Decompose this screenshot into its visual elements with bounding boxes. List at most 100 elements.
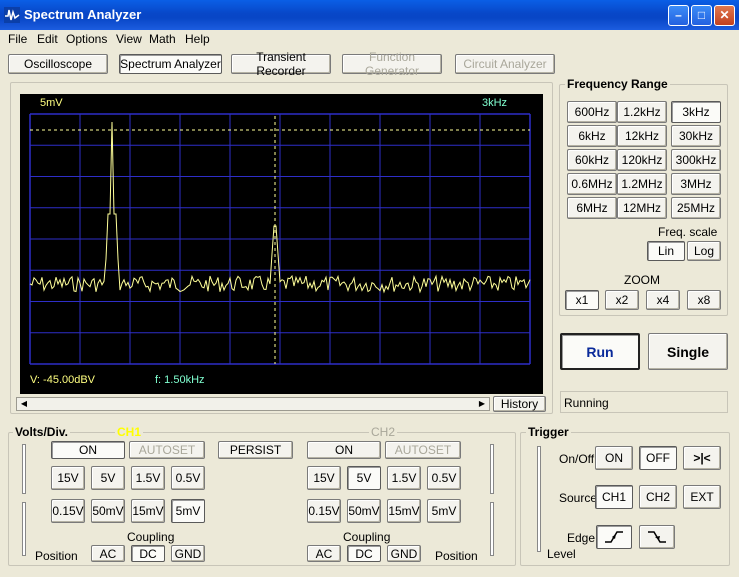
- ch1-ac-button[interactable]: AC: [91, 545, 125, 562]
- freq-range-6mhz-button[interactable]: 6MHz: [567, 197, 617, 219]
- ch1-gnd-button[interactable]: GND: [171, 545, 205, 562]
- freq-range-25mhz-button[interactable]: 25MHz: [671, 197, 721, 219]
- ch2-0-5v-button[interactable]: 0.5V: [427, 466, 461, 490]
- tab-spectrum-analyzer[interactable]: Spectrum Analyzer: [119, 54, 222, 74]
- rising-edge-button[interactable]: [596, 525, 632, 549]
- freq-range-30khz-button[interactable]: 30kHz: [671, 125, 721, 147]
- frequency-range-title: Frequency Range: [565, 77, 670, 91]
- ch1-on-button[interactable]: ON: [51, 441, 125, 459]
- menu-view[interactable]: View: [116, 32, 142, 46]
- trigger-on-button[interactable]: ON: [595, 446, 633, 470]
- horizontal-scrollbar[interactable]: ◀ ▶: [16, 397, 490, 411]
- persist-button[interactable]: PERSIST: [218, 441, 293, 459]
- menu-edit[interactable]: Edit: [37, 32, 58, 46]
- zoom-x2-button[interactable]: x2: [605, 290, 639, 310]
- ch2-5v-button[interactable]: 5V: [347, 466, 381, 490]
- freq-range-120khz-button[interactable]: 120kHz: [617, 149, 667, 171]
- ch1-5mv-button[interactable]: 5mV: [171, 499, 205, 523]
- menu-options[interactable]: Options: [66, 32, 107, 46]
- ch1-15mv-button[interactable]: 15mV: [131, 499, 165, 523]
- zoom-x1-button[interactable]: x1: [565, 290, 599, 310]
- ch1-position-slider[interactable]: [22, 502, 26, 556]
- ch2-coupling-label: Coupling: [343, 530, 391, 544]
- app-icon: [4, 7, 20, 23]
- run-button[interactable]: Run: [560, 333, 640, 370]
- ch1-15v-button[interactable]: 15V: [51, 466, 85, 490]
- history-button[interactable]: History: [493, 396, 546, 412]
- trigger-ch2-button[interactable]: CH2: [639, 485, 677, 509]
- trigger-onoff-label: On/Off: [559, 452, 595, 466]
- ch1-5v-button[interactable]: 5V: [91, 466, 125, 490]
- freq-range-600hz-button[interactable]: 600Hz: [567, 101, 617, 123]
- scroll-right-icon[interactable]: ▶: [475, 398, 489, 410]
- ch2-5mv-button[interactable]: 5mV: [427, 499, 461, 523]
- ch1-0-15v-button[interactable]: 0.15V: [51, 499, 85, 523]
- ch1-dc-button[interactable]: DC: [131, 545, 165, 562]
- ch1-label-text: CH1: [117, 425, 142, 439]
- ch2-dc-button[interactable]: DC: [347, 545, 381, 562]
- ch2-0-15v-button[interactable]: 0.15V: [307, 499, 341, 523]
- ch1-1-5v-button[interactable]: 1.5V: [131, 466, 165, 490]
- minimize-button[interactable]: –: [668, 5, 689, 26]
- trigger-level-slider[interactable]: [537, 446, 541, 552]
- ch2-position-slider[interactable]: [490, 502, 494, 556]
- falling-edge-button[interactable]: [639, 525, 675, 549]
- menu-help[interactable]: Help: [185, 32, 210, 46]
- ch1-volts-slider[interactable]: [22, 444, 26, 494]
- ch1-0-5v-button[interactable]: 0.5V: [171, 466, 205, 490]
- freq-range-60khz-button[interactable]: 60kHz: [567, 149, 617, 171]
- maximize-button[interactable]: □: [691, 5, 712, 26]
- menu-file[interactable]: File: [8, 32, 27, 46]
- menu-bar: File Edit Options View Math Help: [0, 30, 739, 48]
- freq-range-12mhz-button[interactable]: 12MHz: [617, 197, 667, 219]
- ch1-label: CH1: [115, 425, 144, 439]
- ch2-gnd-button[interactable]: GND: [387, 545, 421, 562]
- menu-math[interactable]: Math: [149, 32, 176, 46]
- tab-transient-recorder[interactable]: Transient Recorder: [231, 50, 331, 78]
- single-button[interactable]: Single: [648, 333, 728, 370]
- freq-range-0-6mhz-button[interactable]: 0.6MHz: [567, 173, 617, 195]
- trigger-title: Trigger: [526, 425, 571, 439]
- freq-range-3khz-button[interactable]: 3kHz: [671, 101, 721, 123]
- lin-scale-button[interactable]: Lin: [647, 241, 685, 261]
- freq-range-6khz-button[interactable]: 6kHz: [567, 125, 617, 147]
- trigger-off-button[interactable]: OFF: [639, 446, 677, 470]
- trigger-ext-button[interactable]: EXT: [683, 485, 721, 509]
- ch1-autoset-button[interactable]: AUTOSET: [129, 441, 205, 459]
- freq-range-3mhz-button[interactable]: 3MHz: [671, 173, 721, 195]
- trigger-auto-button[interactable]: >|<: [683, 446, 721, 470]
- scroll-left-icon[interactable]: ◀: [17, 398, 31, 410]
- title-bar: Spectrum Analyzer – □ ✕: [0, 0, 739, 30]
- ch1-50mv-button[interactable]: 50mV: [91, 499, 125, 523]
- tab-function-generator[interactable]: Function Generator: [342, 50, 442, 78]
- log-scale-button[interactable]: Log: [687, 241, 721, 261]
- zoom-x8-button[interactable]: x8: [687, 290, 721, 310]
- status-bar: Running: [560, 391, 728, 413]
- close-button[interactable]: ✕: [714, 5, 735, 26]
- ch2-ac-button[interactable]: AC: [307, 545, 341, 562]
- maximize-icon: □: [697, 8, 706, 22]
- ch2-1-5v-button[interactable]: 1.5V: [387, 466, 421, 490]
- zoom-x4-button[interactable]: x4: [646, 290, 680, 310]
- ch1-position-label: Position: [35, 549, 78, 563]
- tab-oscilloscope[interactable]: Oscilloscope: [8, 54, 108, 74]
- close-icon: ✕: [719, 8, 730, 22]
- freq-range-12khz-button[interactable]: 12kHz: [617, 125, 667, 147]
- ch2-volts-slider[interactable]: [490, 444, 494, 494]
- ch2-15v-button[interactable]: 15V: [307, 466, 341, 490]
- tab-circuit-analyzer[interactable]: Circuit Analyzer: [455, 54, 555, 74]
- trigger-ch1-button[interactable]: CH1: [595, 485, 633, 509]
- window-title: Spectrum Analyzer: [24, 7, 142, 22]
- freq-range-1-2khz-button[interactable]: 1.2kHz: [617, 101, 667, 123]
- frequency-readout: f: 1.50kHz: [155, 374, 205, 386]
- freq-range-300khz-button[interactable]: 300kHz: [671, 149, 721, 171]
- grid-lines: [29, 113, 531, 365]
- ch2-50mv-button[interactable]: 50mV: [347, 499, 381, 523]
- freq-range-1-2mhz-button[interactable]: 1.2MHz: [617, 173, 667, 195]
- rising-edge-icon: [605, 531, 623, 543]
- spectrum-display[interactable]: 5mV 3kHz V: -45.00dBV f: 1.50kHz: [20, 94, 543, 394]
- ch2-autoset-button[interactable]: AUTOSET: [385, 441, 461, 459]
- ch2-15mv-button[interactable]: 15mV: [387, 499, 421, 523]
- trigger-edge-label: Edge: [567, 531, 596, 545]
- ch2-on-button[interactable]: ON: [307, 441, 381, 459]
